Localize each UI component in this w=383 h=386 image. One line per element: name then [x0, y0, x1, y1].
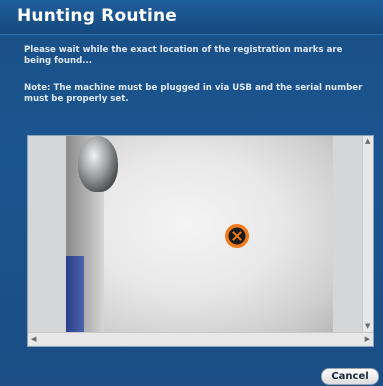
window-title: Hunting Routine	[17, 6, 178, 26]
title-bar: Hunting Routine	[0, 0, 383, 35]
cancel-button[interactable]: Cancel	[321, 368, 379, 385]
vertical-scrollbar[interactable]: ▲ ▼	[362, 136, 373, 332]
camera-blue-region	[66, 256, 84, 332]
scroll-left-icon[interactable]: ◀	[31, 336, 36, 343]
scroll-right-icon[interactable]: ▶	[365, 336, 370, 343]
horizontal-scrollbar[interactable]: ◀ ▶	[28, 332, 373, 346]
scroll-down-icon[interactable]: ▼	[365, 323, 370, 330]
wait-message: Please wait while the exact location of …	[24, 45, 343, 66]
scroll-up-icon[interactable]: ▲	[365, 138, 370, 145]
note-message: Note: The machine must be plugged in via…	[24, 83, 363, 104]
screw-image	[78, 136, 118, 192]
crosshair-target-icon	[225, 224, 249, 248]
camera-viewer: ▲ ▼ ◀ ▶	[27, 135, 374, 347]
camera-feed	[66, 136, 333, 332]
hunting-routine-window: Hunting Routine Please wait while the ex…	[0, 0, 383, 386]
